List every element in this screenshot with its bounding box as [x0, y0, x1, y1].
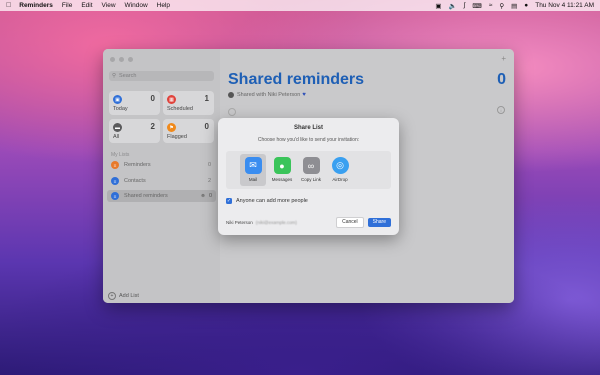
zoom-button[interactable]	[128, 57, 133, 62]
mail-icon: ✉	[244, 157, 262, 174]
smart-list-all[interactable]: ▬ 2 All	[109, 119, 160, 143]
siri-icon[interactable]: ●	[524, 2, 528, 9]
close-button[interactable]	[110, 57, 115, 62]
option-label: Messages	[271, 177, 293, 182]
list-label: Reminders	[124, 162, 151, 168]
list-label: Shared reminders	[124, 193, 168, 199]
smart-list-scheduled[interactable]: ▦ 1 Scheduled	[163, 91, 214, 115]
share-option-mail[interactable]: ✉ Mail	[240, 154, 266, 186]
share-option-airdrop[interactable]: ◎ AirDrop	[327, 154, 353, 186]
plus-icon: +	[108, 292, 116, 300]
menu-view[interactable]: View	[102, 2, 116, 9]
smart-list-today[interactable]: ▣ 0 Today	[109, 91, 160, 115]
tile-label: Today	[113, 106, 128, 112]
calendar-icon: ▣	[113, 95, 122, 104]
smart-list-flagged[interactable]: ⚑ 0 Flagged	[163, 119, 214, 143]
search-placeholder: Search	[119, 73, 137, 79]
shared-with-label: Shared with Niki Peterson	[237, 92, 301, 98]
dialog-footer: Niki Peterson (niki@example.com) Cancel …	[226, 216, 391, 228]
list-label: Contacts	[124, 178, 146, 184]
list-count: 2	[207, 178, 211, 184]
list-count-large: 0	[497, 71, 506, 88]
menu-app-name[interactable]: Reminders	[19, 2, 53, 9]
search-field[interactable]: ⚲ Search	[109, 71, 214, 81]
checkbox-label: Anyone can add more people	[236, 198, 308, 204]
wifi-icon[interactable]: ≈	[489, 2, 493, 9]
search-icon[interactable]: ⚲	[499, 2, 504, 10]
list-count: 0	[207, 162, 211, 168]
sidebar-item-shared-reminders[interactable]: ≡ Shared reminders ☻ 0	[107, 190, 216, 202]
anyone-can-add-checkbox[interactable]: ✓ Anyone can add more people	[226, 198, 308, 204]
add-list-button[interactable]: + Add List	[108, 292, 139, 300]
bluetooth-icon[interactable]: ∫	[464, 2, 466, 9]
tile-label: Flagged	[167, 134, 187, 140]
menu-clock[interactable]: Thu Nov 4 11:21 AM	[535, 2, 594, 9]
messages-icon: ●	[273, 157, 291, 174]
checkmark-icon: ✓	[226, 198, 232, 204]
info-icon[interactable]: i	[497, 106, 505, 114]
airdrop-icon: ◎	[331, 157, 349, 174]
share-button[interactable]: Share	[367, 217, 391, 227]
keyboard-icon[interactable]: ⌨	[472, 2, 481, 10]
dropbox-icon[interactable]: ▣	[435, 2, 441, 10]
menu-file[interactable]: File	[62, 2, 72, 9]
menu-bar:  Reminders File Edit View Window Help ▣…	[0, 0, 600, 11]
add-list-label: Add List	[119, 293, 139, 299]
control-center-icon[interactable]: ▤	[511, 2, 517, 10]
new-reminder-circle[interactable]	[228, 108, 236, 116]
cancel-button[interactable]: Cancel	[336, 216, 364, 228]
tile-count: 2	[150, 122, 155, 131]
heart-icon: ♥	[302, 92, 306, 98]
tile-count: 0	[204, 122, 209, 131]
volume-icon[interactable]: 🔈	[449, 2, 457, 10]
dialog-title: Share List	[293, 125, 323, 131]
list-bullet-icon: ≡	[111, 161, 119, 169]
apple-menu-icon[interactable]: 	[6, 2, 11, 9]
share-options: ✉ Mail ● Messages ∞ Copy Link ◎ AirDrop	[226, 151, 391, 189]
flag-icon: ⚑	[167, 123, 176, 132]
share-option-copy-link[interactable]: ∞ Copy Link	[298, 154, 324, 186]
share-list-dialog: Share List Choose how you'd like to send…	[218, 118, 399, 235]
sender-email: (niki@example.com)	[255, 219, 297, 225]
menu-help[interactable]: Help	[157, 2, 170, 9]
sidebar-item-contacts[interactable]: ≡ Contacts 2	[107, 175, 216, 187]
option-label: Copy Link	[300, 177, 321, 182]
link-icon: ∞	[302, 157, 320, 174]
menu-edit[interactable]: Edit	[81, 2, 92, 9]
option-label: AirDrop	[332, 177, 348, 182]
window-controls	[110, 57, 133, 62]
share-option-messages[interactable]: ● Messages	[269, 154, 295, 186]
minimize-button[interactable]	[119, 57, 124, 62]
tile-count: 0	[150, 94, 155, 103]
menu-window[interactable]: Window	[125, 2, 148, 9]
avatar	[228, 92, 234, 98]
list-count: 0	[208, 193, 212, 199]
dialog-subtitle: Choose how you'd like to send your invit…	[257, 137, 360, 143]
my-lists-heading: My Lists	[111, 152, 130, 158]
tile-label: Scheduled	[167, 106, 193, 112]
sender-name: Niki Peterson	[226, 219, 253, 225]
sidebar: ⚲ Search ▣ 0 Today ▦ 1 Scheduled ▬ 2 All…	[103, 49, 221, 303]
list-title: Shared reminders	[228, 71, 365, 88]
tray-icon: ▬	[113, 123, 122, 132]
calendar-icon: ▦	[167, 95, 176, 104]
list-bullet-icon: ≡	[111, 177, 119, 185]
tile-count: 1	[204, 94, 209, 103]
shared-with-row[interactable]: Shared with Niki Peterson ♥	[228, 92, 306, 98]
list-bullet-icon: ≡	[111, 192, 119, 200]
tile-label: All	[113, 134, 120, 140]
search-icon: ⚲	[112, 73, 117, 79]
option-label: Mail	[248, 177, 258, 182]
add-reminder-icon[interactable]: +	[501, 54, 506, 63]
shared-people-icon: ☻	[200, 193, 206, 199]
sidebar-item-reminders[interactable]: ≡ Reminders 0	[107, 159, 216, 171]
